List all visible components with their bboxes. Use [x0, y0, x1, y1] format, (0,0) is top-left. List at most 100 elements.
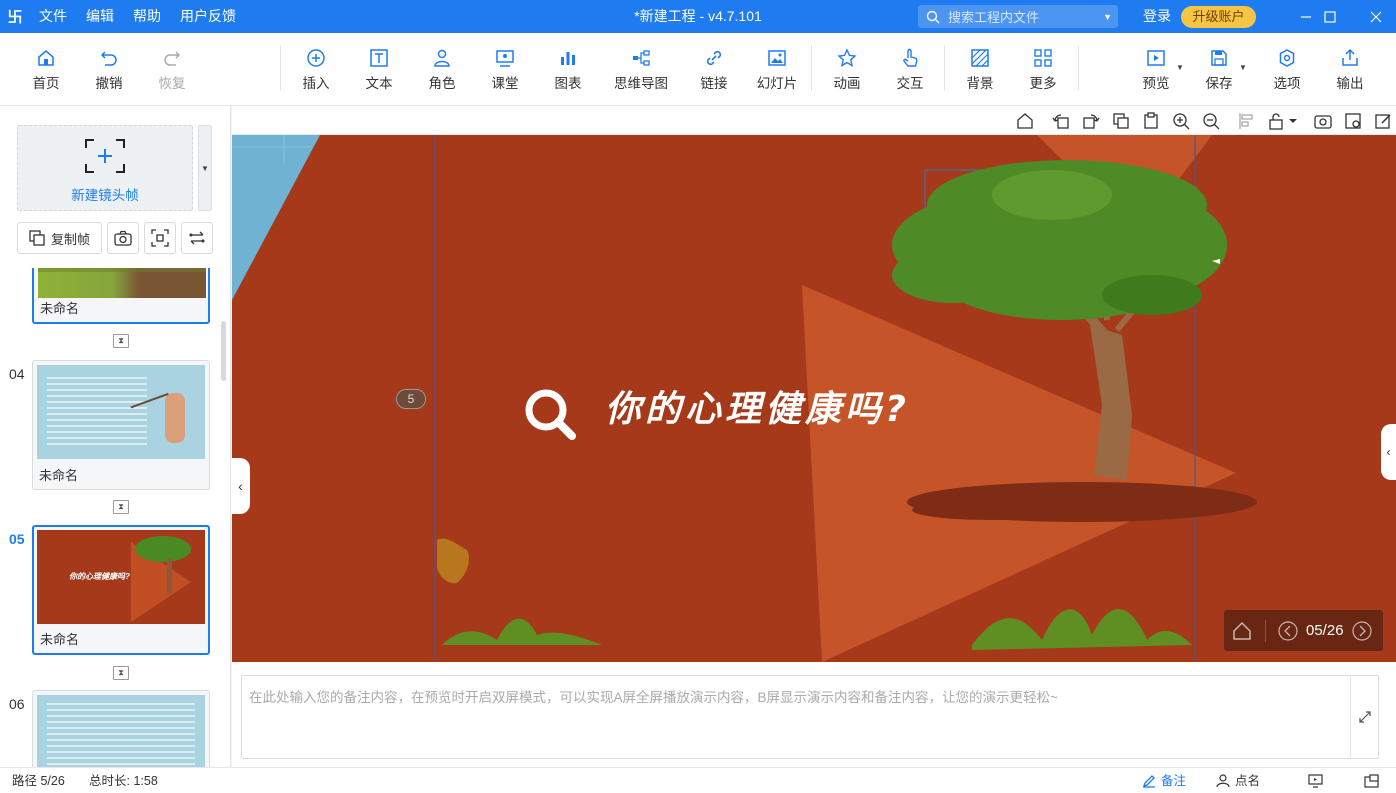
menu-help[interactable]: 帮助 [124, 0, 171, 33]
preview-dropdown-icon[interactable]: ▼ [1176, 63, 1184, 72]
new-frame-button[interactable]: 新建镜头帧 [17, 125, 193, 211]
new-frame-dropdown-icon[interactable]: ▼ [198, 125, 212, 211]
role-label: 角色 [428, 76, 456, 91]
transition-button[interactable] [181, 222, 213, 254]
role-button[interactable]: 角色 [412, 48, 472, 96]
more-button[interactable]: 更多 [1013, 48, 1073, 96]
menu-file[interactable]: 文件 [30, 0, 77, 33]
slide-thumb-04[interactable]: 未命名 [32, 360, 210, 490]
menu-feedback[interactable]: 用户反馈 [171, 0, 246, 33]
zoom-in-icon[interactable] [1172, 112, 1190, 130]
menu-edit[interactable]: 编辑 [77, 0, 124, 33]
notes-input[interactable]: 在此处输入您的备注内容，在预览时开启双屏模式，可以实现A屏全屏播放演示内容，B屏… [241, 675, 1379, 759]
class-button[interactable]: 课堂 [475, 48, 535, 96]
rotate-left-icon[interactable] [1052, 112, 1070, 130]
insert-button[interactable]: 插入 [286, 48, 346, 96]
canvas-toolbar [232, 106, 1396, 135]
preview-button[interactable]: 预览 [1126, 48, 1186, 96]
save-button[interactable]: 保存 [1189, 48, 1249, 96]
edit-icon[interactable] [1374, 112, 1392, 130]
redo-button[interactable]: 恢复 [142, 48, 202, 96]
collapse-left-panel-icon[interactable]: ‹ [231, 458, 250, 514]
background-button[interactable]: 背景 [950, 48, 1010, 96]
prev-icon[interactable] [1278, 620, 1298, 641]
text-button[interactable]: 文本 [349, 48, 409, 96]
fit-icon [151, 229, 169, 247]
export-label: 输出 [1336, 76, 1364, 91]
expand-icon[interactable] [1350, 676, 1378, 758]
slide-thumbnail-image [38, 268, 206, 298]
home-icon[interactable] [1016, 112, 1034, 130]
upgrade-button[interactable]: 升级账户 [1181, 6, 1256, 28]
save-label: 保存 [1205, 76, 1233, 91]
copy-frame-label: 复制帧 [50, 231, 90, 247]
link-button[interactable]: 链接 [684, 48, 744, 96]
transition-icon[interactable]: ⧗ [113, 500, 129, 514]
toolbar-divider [811, 45, 812, 91]
background-label: 背景 [966, 76, 994, 91]
pencil-icon [1142, 775, 1155, 788]
slide-thumb-05[interactable]: 你的心理健康吗? 未命名 [32, 525, 210, 655]
undo-button[interactable]: 撤销 [79, 48, 139, 96]
rollcall-button[interactable]: 点名 [1216, 768, 1260, 793]
star-icon [837, 48, 857, 67]
new-frame-label: 新建镜头帧 [71, 188, 139, 203]
window-icon[interactable] [1364, 774, 1379, 788]
fit-frame-button[interactable] [144, 222, 176, 254]
search-input[interactable]: 搜索工程内文件 ▼ [918, 5, 1118, 28]
text-label: 文本 [365, 76, 393, 91]
save-dropdown-icon[interactable]: ▼ [1239, 63, 1247, 72]
transition-icon[interactable]: ⧗ [113, 334, 129, 348]
animation-button[interactable]: 动画 [817, 48, 877, 96]
slide-number: 06 [9, 696, 25, 712]
screen-icon[interactable] [1308, 774, 1323, 788]
slide-thumb-06[interactable] [32, 690, 210, 767]
app-logo-icon[interactable]: 卐 [0, 0, 30, 33]
interaction-button[interactable]: 交互 [880, 48, 940, 96]
slide-name: 未命名 [39, 468, 79, 483]
home-icon[interactable] [1231, 620, 1253, 642]
slide-thumb-03[interactable]: 未命名 [32, 268, 210, 324]
home-button[interactable]: 首页 [16, 48, 76, 96]
chart-button[interactable]: 图表 [538, 48, 598, 96]
mindmap-label: 思维导图 [614, 76, 668, 91]
slideshow-button[interactable]: 幻灯片 [747, 48, 807, 96]
more-label: 更多 [1029, 76, 1057, 91]
unlock-icon[interactable] [1268, 112, 1286, 130]
mindmap-button[interactable]: 思维导图 [606, 48, 676, 96]
maximize-icon[interactable] [1307, 0, 1353, 33]
frame-badge[interactable]: 5 [396, 389, 426, 409]
notes-toggle[interactable]: 备注 [1142, 768, 1186, 793]
slide-thumbnail-image: 你的心理健康吗? [37, 530, 205, 624]
zoom-out-icon[interactable] [1202, 112, 1220, 130]
slide-title[interactable]: 你的心理健康吗? [605, 380, 910, 432]
next-icon[interactable] [1351, 620, 1372, 641]
title-bar: 卐 文件 编辑 帮助 用户反馈 *新建工程 - v4.7.101 搜索工程内文件… [0, 0, 1396, 33]
camera-icon[interactable] [1314, 112, 1332, 130]
snapshot-button[interactable] [107, 222, 139, 254]
image-settings-icon[interactable] [1344, 112, 1362, 130]
toolbar-divider [944, 45, 945, 91]
slide-name: 未命名 [40, 301, 80, 316]
copy-frame-button[interactable]: 复制帧 [17, 222, 102, 254]
home-label: 首页 [32, 76, 60, 91]
align-icon[interactable] [1238, 112, 1256, 130]
presentation-nav: 05/26 [1224, 610, 1383, 651]
login-link[interactable]: 登录 [1143, 0, 1171, 33]
user-icon [1216, 774, 1230, 788]
expand-right-panel-icon[interactable]: ‹ [1381, 424, 1396, 480]
transition-icon[interactable]: ⧗ [113, 666, 129, 680]
chart-label: 图表 [554, 76, 582, 91]
copy-icon[interactable] [1112, 112, 1130, 130]
chevron-down-icon[interactable] [1288, 112, 1298, 130]
chevron-down-icon[interactable]: ▼ [1103, 12, 1112, 22]
export-button[interactable]: 输出 [1320, 48, 1380, 96]
rotate-right-icon[interactable] [1082, 112, 1100, 130]
options-button[interactable]: 选项 [1257, 48, 1317, 96]
frame-add-icon [85, 139, 125, 173]
paste-icon[interactable] [1142, 112, 1160, 130]
toolbar-divider [1078, 45, 1079, 91]
duration-status: 总时长: 1:58 [89, 774, 158, 788]
close-icon[interactable] [1353, 0, 1396, 33]
thumbnail-scrollbar[interactable] [221, 321, 226, 381]
